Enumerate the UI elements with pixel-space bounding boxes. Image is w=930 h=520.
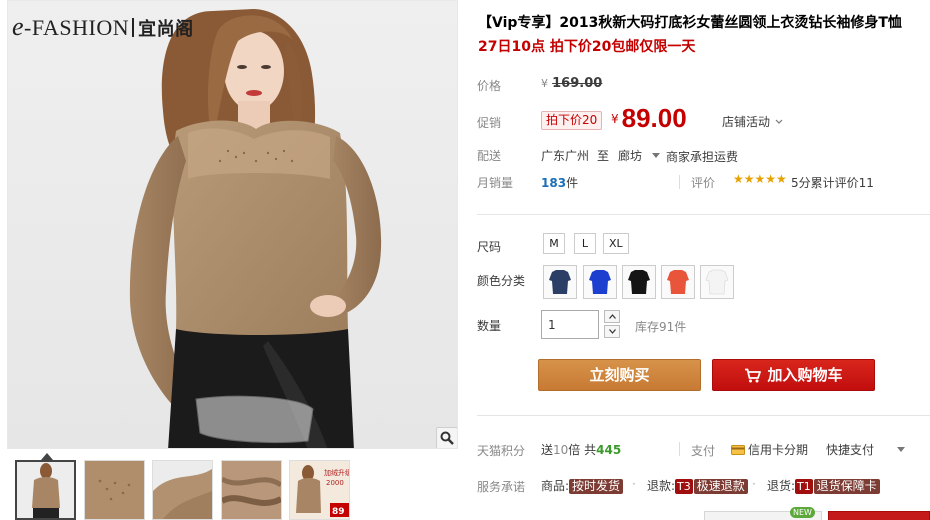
delivery-to-word: 至 xyxy=(597,149,610,163)
rating-stars-icon: ★★★★★ xyxy=(733,172,787,186)
brand-logo: e-FASHION 宜尚阁 xyxy=(12,12,194,41)
buy-now-button[interactable]: 立刻购买 xyxy=(538,359,701,391)
thumbnail-5-caption: 加绒升级 xyxy=(324,468,349,477)
service-return[interactable]: 退货: T1 退货保障卡 xyxy=(767,477,880,494)
size-option-xl[interactable]: XL xyxy=(603,233,629,254)
section-divider xyxy=(477,415,930,416)
thumbnail-1[interactable] xyxy=(15,460,76,520)
promo-announcement: 27日10点 拍下价20包邮仅限一天 xyxy=(478,39,696,55)
monthly-sales-value: 183件 xyxy=(541,176,579,190)
bottom-tab-2[interactable] xyxy=(828,511,930,520)
color-option-blue[interactable] xyxy=(583,265,617,299)
service-goods[interactable]: 商品: 按时发货 xyxy=(541,477,624,494)
points-label: 天猫积分 xyxy=(477,444,526,458)
quantity-increase-button[interactable] xyxy=(604,310,620,323)
color-option-white[interactable] xyxy=(700,265,734,299)
size-option-l[interactable]: L xyxy=(574,233,596,254)
shop-activity-dropdown[interactable]: 店铺活动 xyxy=(722,113,783,130)
rating-summary-link[interactable]: 5分累计评价11 xyxy=(791,174,874,191)
caret-down-icon xyxy=(651,153,660,158)
main-product-image[interactable]: e-FASHION 宜尚阁 xyxy=(7,0,458,449)
service-refund[interactable]: 退款: T3 极速退款 xyxy=(647,477,748,494)
payment-label: 支付 xyxy=(691,444,716,458)
size-label: 尺码 xyxy=(477,240,502,254)
thumbnail-3-image xyxy=(153,461,212,519)
color-option-navy[interactable] xyxy=(543,265,577,299)
thumbnail-3[interactable] xyxy=(152,460,213,520)
divider-vertical xyxy=(679,175,680,189)
promo-label: 促销 xyxy=(477,116,502,130)
caret-down-icon[interactable] xyxy=(897,447,905,453)
rating-label: 评价 xyxy=(691,176,716,190)
monthly-sales-label: 月销量 xyxy=(477,176,514,190)
thumbnail-4[interactable] xyxy=(221,460,282,520)
price-label: 价格 xyxy=(477,79,502,93)
original-price: ¥ 169.00 xyxy=(541,76,603,91)
color-option-black[interactable] xyxy=(622,265,656,299)
thumbnail-2[interactable] xyxy=(84,460,145,520)
add-to-cart-label: 加入购物车 xyxy=(767,366,843,384)
freight-info: 商家承担运费 xyxy=(666,150,739,164)
color-option-orange[interactable] xyxy=(661,265,695,299)
points-value: 送10倍 共445 xyxy=(541,443,622,457)
color-swatch-navy xyxy=(549,270,571,294)
section-divider xyxy=(477,214,930,215)
quantity-label: 数量 xyxy=(477,319,502,333)
new-badge: NEW xyxy=(790,507,815,518)
color-label: 颜色分类 xyxy=(477,274,526,288)
chevron-down-icon xyxy=(608,329,616,334)
service-separator-dot: · xyxy=(632,477,636,491)
thumbnail-5[interactable]: 加绒升级 2000 89 xyxy=(289,460,350,520)
color-swatch-blue xyxy=(589,270,611,294)
service-separator-dot: · xyxy=(752,477,756,491)
promo-tag: 拍下价20 xyxy=(541,111,603,130)
thumbnail-5-price: 89 xyxy=(332,507,345,517)
cart-icon xyxy=(745,368,762,382)
delivery-destination-dropdown[interactable]: 廊坊 xyxy=(618,147,660,164)
thumbnail-1-image xyxy=(17,462,74,518)
color-swatch-orange xyxy=(667,270,689,294)
credit-card-icon xyxy=(731,445,745,455)
delivery-from: 广东广州 xyxy=(541,149,590,163)
divider-vertical xyxy=(679,442,680,456)
thumbnail-4-image xyxy=(222,461,281,519)
model-photo xyxy=(129,9,382,448)
quantity-input[interactable] xyxy=(541,310,599,339)
product-title: 【Vip专享】2013秋新大码打底衫女蕾丝圆领上衣烫钻长袖修身T恤 xyxy=(478,15,902,31)
thumbnail-2-image xyxy=(85,461,144,519)
color-swatch-white xyxy=(705,269,729,295)
magnifier-icon xyxy=(440,431,454,445)
thumbnail-5-year: 2000 xyxy=(326,479,344,487)
stock-info: 库存91件 xyxy=(635,320,687,334)
delivery-label: 配送 xyxy=(477,149,502,163)
quick-pay[interactable]: 快捷支付 xyxy=(826,441,874,458)
chevron-down-icon xyxy=(775,119,783,124)
service-label: 服务承诺 xyxy=(477,480,526,494)
quantity-decrease-button[interactable] xyxy=(604,325,620,338)
zoom-button[interactable] xyxy=(436,427,457,448)
thumbnail-active-indicator xyxy=(41,453,53,460)
thumbnail-5-image: 加绒升级 2000 89 xyxy=(290,461,349,519)
size-option-m[interactable]: M xyxy=(543,233,565,254)
credit-installment[interactable]: 信用卡分期 xyxy=(731,441,808,458)
chevron-up-icon xyxy=(608,314,616,319)
promo-price: ¥89.00 xyxy=(611,103,687,133)
color-swatch-black xyxy=(628,270,650,294)
add-to-cart-button[interactable]: 加入购物车 xyxy=(712,359,875,391)
